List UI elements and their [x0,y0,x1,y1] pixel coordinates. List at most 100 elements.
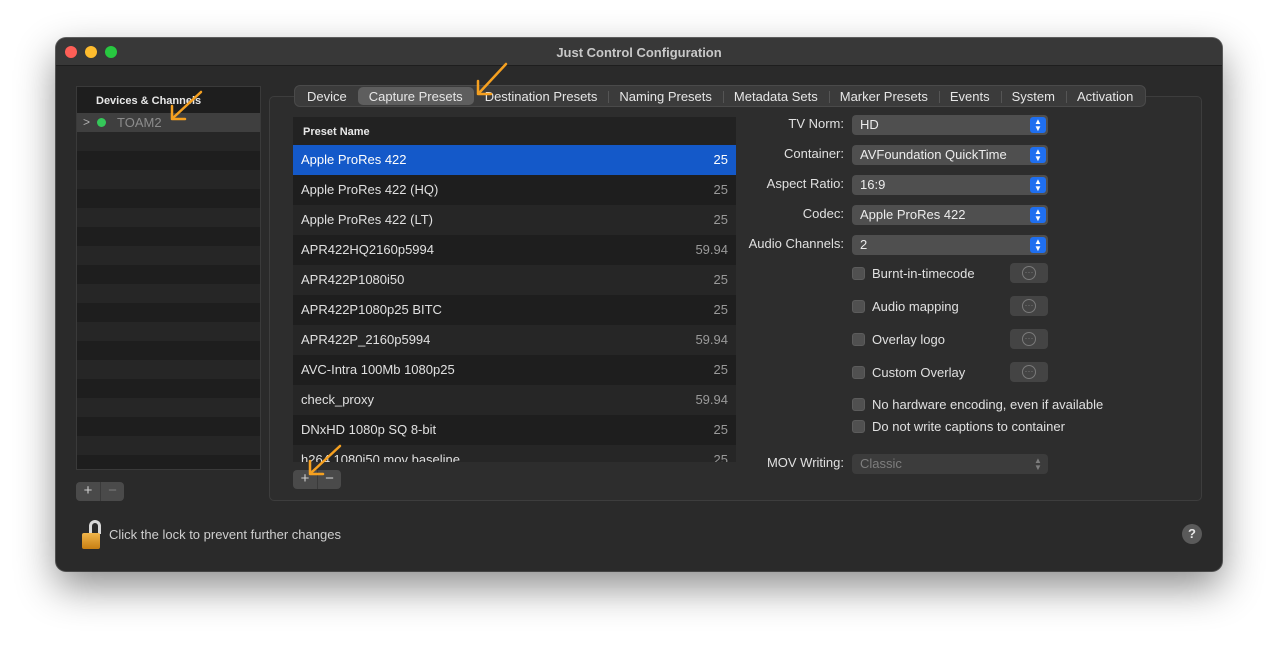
chevron-updown-icon: ▲ ▼ [1030,207,1046,223]
table-row[interactable]: Apple ProRes 422 (HQ) 25 [293,175,736,205]
chevron-updown-icon: ▲ ▼ [1030,177,1046,193]
table-row[interactable]: AVC-Intra 100Mb 1080p25 25 [293,355,736,385]
preset-rows: Apple ProRes 422 25 Apple ProRes 422 (HQ… [293,145,736,462]
status-dot-icon [97,118,106,127]
preset-name: DNxHD 1080p SQ 8-bit [301,422,437,437]
mov-writing-value: Classic [860,456,902,471]
tab-naming-presets[interactable]: Naming Presets [608,87,722,105]
no-captions-label: Do not write captions to container [872,419,1065,434]
add-preset-button[interactable]: + [293,470,317,489]
tab-device[interactable]: Device [296,87,358,105]
config-window: Just Control Configuration Devices & Cha… [56,38,1222,571]
preset-name: APR422P1080p25 BITC [301,302,442,317]
tv-norm-value: HD [860,117,879,132]
container-label: Container: [784,146,844,161]
table-row[interactable]: h264 1080i50 mov baseline 25 [293,445,736,462]
tab-bar: Device Capture Presets Destination Prese… [294,85,1147,107]
container-select[interactable]: AVFoundation QuickTime ▲ ▼ [852,145,1048,165]
table-row[interactable]: APR422HQ2160p5994 59.94 [293,235,736,265]
tab-activation[interactable]: Activation [1065,87,1144,105]
devices-header: Devices & Channels [96,95,202,107]
container-value: AVFoundation QuickTime [860,147,1007,162]
preset-fps: 59.94 [695,392,728,407]
table-row[interactable]: check_proxy 59.94 [293,385,736,415]
checkbox-box[interactable] [852,333,865,346]
checkbox-box[interactable] [852,420,865,433]
tv-norm-label: TV Norm: [788,116,844,131]
add-device-button[interactable]: + [76,482,100,501]
preset-name: APR422P_2160p5994 [301,332,431,347]
burnt-in-timecode-label: Burnt-in-timecode [872,266,975,281]
preset-fps: 25 [713,422,728,437]
overlay-logo-options-button[interactable]: ··· [1010,329,1048,349]
ellipsis-icon: ··· [1022,299,1036,313]
aspect-ratio-select[interactable]: 16:9 ▲ ▼ [852,175,1048,195]
table-row[interactable]: APR422P_2160p5994 59.94 [293,325,736,355]
tab-destination-presets[interactable]: Destination Presets [474,87,609,105]
unlocked-lock-icon[interactable] [82,520,102,550]
codec-select[interactable]: Apple ProRes 422 ▲ ▼ [852,205,1048,225]
help-button[interactable]: ? [1182,524,1202,544]
mov-writing-select[interactable]: Classic ▲ ▼ [852,454,1048,474]
devices-channels-list[interactable]: Devices & Channels > TOAM2 [76,86,261,470]
preset-name: h264 1080i50 mov baseline [301,452,461,462]
burnt-in-timecode-options-button[interactable]: ··· [1010,263,1048,283]
tv-norm-select[interactable]: HD ▲ ▼ [852,115,1048,135]
preset-fps: 59.94 [695,332,728,347]
table-row[interactable]: DNxHD 1080p SQ 8-bit 25 [293,415,736,445]
tab-system[interactable]: System [1000,87,1066,105]
preset-add-remove: + − [293,470,341,489]
no-hardware-encoding-label: No hardware encoding, even if available [872,397,1104,412]
ellipsis-icon: ··· [1022,266,1036,280]
chevron-updown-icon: ▲ ▼ [1034,456,1042,472]
tab-marker-presets[interactable]: Marker Presets [828,87,939,105]
tab-events[interactable]: Events [938,87,1001,105]
lock-shackle [89,520,101,534]
preset-name: AVC-Intra 100Mb 1080p25 [301,362,455,377]
remove-preset-button[interactable]: − [317,470,341,489]
checkbox-box[interactable] [852,398,865,411]
chevron-updown-icon: ▲ ▼ [1030,147,1046,163]
aspect-ratio-value: 16:9 [860,177,886,192]
preset-name: Apple ProRes 422 (LT) [301,212,433,227]
aspect-ratio-label: Aspect Ratio: [766,176,844,191]
ellipsis-icon: ··· [1022,332,1036,346]
audio-mapping-label: Audio mapping [872,299,959,314]
custom-overlay-options-button[interactable]: ··· [1010,362,1048,382]
tab-capture-presets[interactable]: Capture Presets [357,87,474,105]
checkbox-box[interactable] [852,267,865,280]
preset-fps: 25 [713,362,728,377]
table-row[interactable]: APR422P1080p25 BITC 25 [293,295,736,325]
checkbox-box[interactable] [852,366,865,379]
audio-channels-select[interactable]: 2 ▲ ▼ [852,235,1048,255]
ellipsis-icon: ··· [1022,365,1036,379]
overlay-logo-label: Overlay logo [872,332,945,347]
table-row[interactable]: Apple ProRes 422 25 [293,145,736,175]
lock-body [82,533,100,549]
preset-name-column-header[interactable]: Preset Name [293,117,736,145]
codec-value: Apple ProRes 422 [860,207,966,222]
audio-channels-value: 2 [860,237,868,252]
audio-mapping-options-button[interactable]: ··· [1010,296,1048,316]
chevron-updown-icon: ▲ ▼ [1030,237,1046,253]
device-name: TOAM2 [117,115,162,130]
window-title: Just Control Configuration [556,45,722,60]
preset-name: APR422P1080i50 [301,272,405,287]
preset-name: Apple ProRes 422 [301,152,407,167]
device-row-toam2[interactable]: > TOAM2 [77,113,260,132]
preset-fps: 25 [713,272,728,287]
checkbox-box[interactable] [852,300,865,313]
codec-label: Codec: [802,206,844,221]
table-row[interactable]: Apple ProRes 422 (LT) 25 [293,205,736,235]
tab-metadata-sets[interactable]: Metadata Sets [722,87,829,105]
title-bar: Just Control Configuration [56,38,1222,66]
table-row[interactable]: APR422P1080i50 25 [293,265,736,295]
devices-list-empty-rows [77,132,260,469]
chevron-updown-icon: ▲ ▼ [1030,117,1046,133]
preset-table[interactable]: Preset Name Apple ProRes 422 25 Apple Pr… [293,117,736,462]
preset-name: APR422HQ2160p5994 [301,242,434,257]
remove-device-button[interactable]: − [100,482,124,501]
preset-name: Apple ProRes 422 (HQ) [301,182,439,197]
disclosure-chevron-icon[interactable]: > [83,115,90,129]
lock-status-text: Click the lock to prevent further change… [109,527,341,542]
